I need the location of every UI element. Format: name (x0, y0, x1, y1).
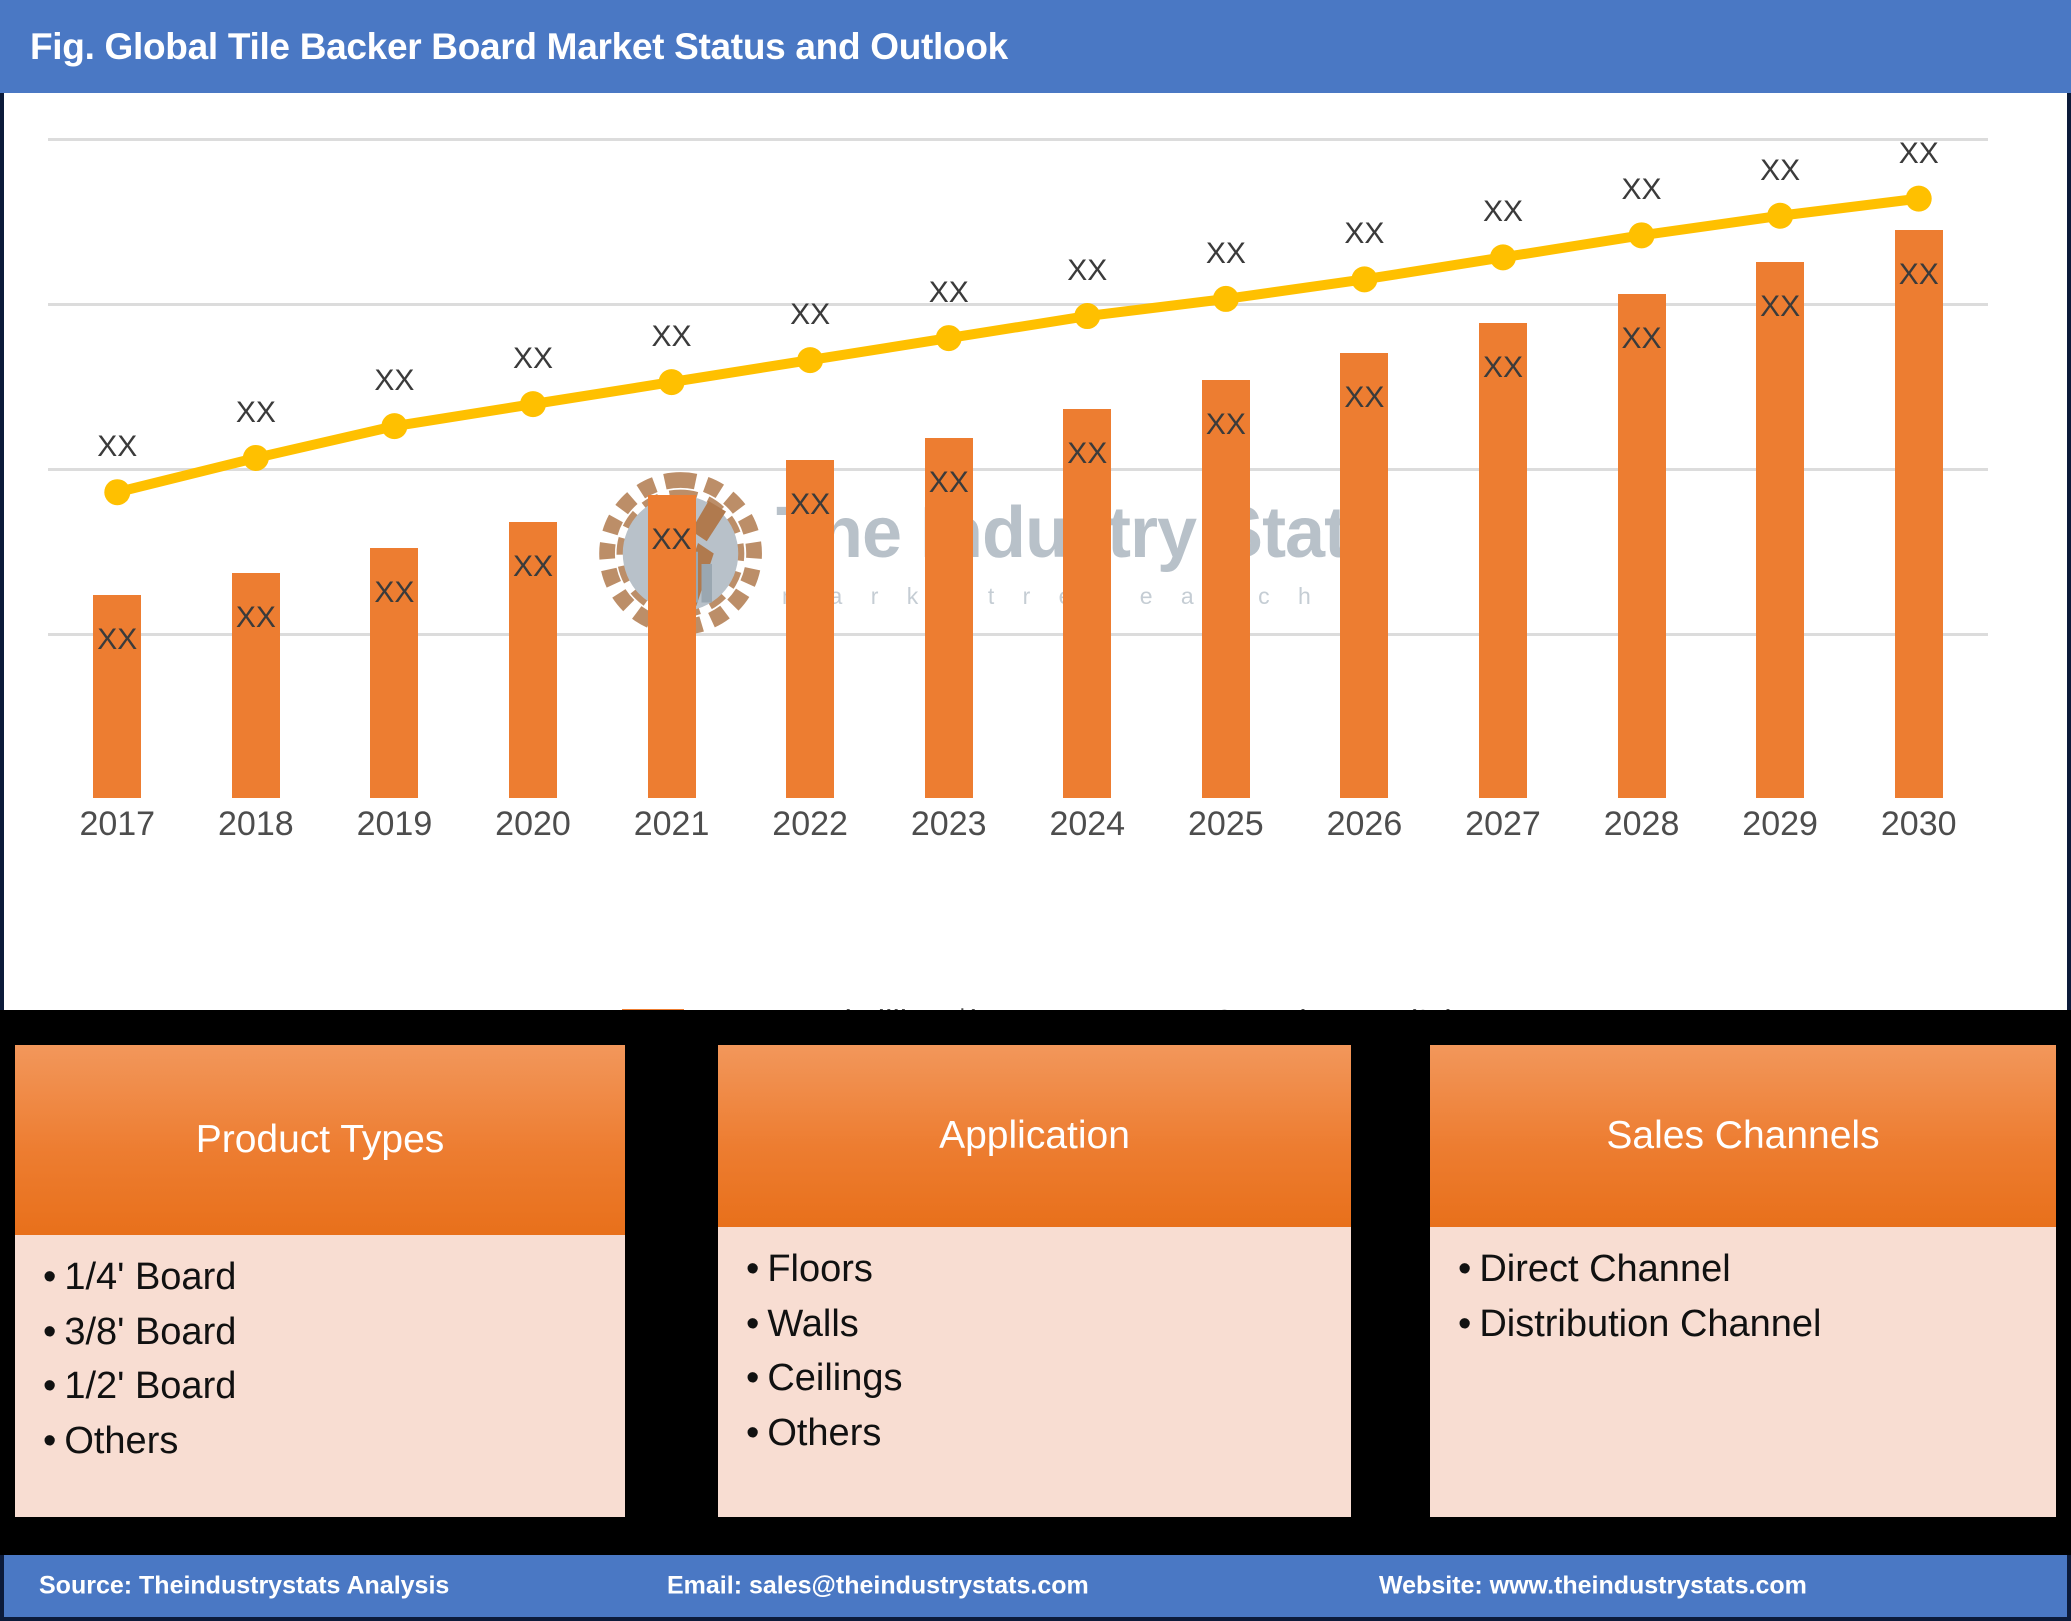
x-axis-tick-label: 2018 (218, 805, 294, 843)
list-item-label: Others (64, 1419, 179, 1462)
title-bar: Fig. Global Tile Backer Board Market Sta… (0, 0, 2071, 93)
growth-rate-marker[interactable] (1074, 303, 1101, 330)
chart-legend: Revenue (Million $) Y-oY Growth Rate (%) (4, 1003, 2067, 1010)
growth-rate-marker[interactable] (1628, 222, 1655, 249)
growth-rate-marker[interactable] (1351, 266, 1378, 293)
list-item: • 1/2' Board (43, 1366, 597, 1407)
x-axis-tick-label: 2026 (1326, 805, 1403, 843)
list-item-label: 3/8' Board (64, 1310, 237, 1353)
x-axis-tick-label: 2020 (495, 805, 571, 843)
x-axis-tick-label: 2022 (772, 805, 848, 843)
list-item: • 1/4' Board (43, 1257, 597, 1298)
bullet-dot-icon: • (1458, 1302, 1472, 1345)
list-item: • 3/8' Board (43, 1310, 597, 1353)
list-item: • Direct Channel (1458, 1249, 2028, 1290)
list-item: • Others (43, 1421, 597, 1462)
growth-rate-marker[interactable] (520, 391, 546, 418)
bullet-dot-icon: • (746, 1248, 760, 1290)
legend-label: Y-oY Growth Rate (%) (1132, 1003, 1457, 1010)
bullet-dot-icon: • (1458, 1248, 1472, 1290)
x-axis-tick-label: 2023 (910, 805, 987, 843)
chart-panel: The Industry Stats m a r k e t r e s e a… (0, 93, 2071, 1010)
legend-item-revenue: Revenue (Million $) (622, 1003, 982, 1010)
footer-website: Website: www.theindustrystats.com (1379, 1571, 1807, 1600)
x-axis-tick-label: 2017 (79, 805, 156, 843)
list-item-label: Distribution Channel (1479, 1302, 1822, 1345)
card-title: Product Types (195, 1118, 445, 1161)
growth-rate-marker[interactable] (104, 479, 131, 506)
x-axis: 2017 2018 2019 2020 2021 2022 2023 2024 2025 2026… (48, 805, 1988, 865)
footer-source: Source: Theindustrystats Analysis (39, 1571, 450, 1600)
card-sales-channels: Sales Channels • Direct Channel • Distribu… (1430, 1045, 2056, 1517)
list-item: • Ceilings (746, 1358, 1323, 1399)
x-axis-tick-label: 2025 (1188, 805, 1264, 843)
list-item-label: 1/4' Board (64, 1256, 237, 1298)
list-item-label: 1/2' Board (64, 1365, 237, 1408)
card-body: • Direct Channel • Distribution Channel (1430, 1227, 2056, 1517)
list-item-label: Others (767, 1411, 882, 1454)
x-axis-tick-label: 2021 (633, 805, 710, 843)
growth-rate-marker[interactable] (381, 413, 408, 440)
bullet-dot-icon: • (746, 1411, 760, 1454)
card-application: Application • Floors • Walls • Ceilings • Ot… (718, 1045, 1351, 1517)
card-body: • Floors • Walls • Ceilings • Others (718, 1227, 1351, 1517)
growth-rate-line (104, 185, 1932, 506)
x-axis-tick-label: 2028 (1603, 805, 1680, 843)
bullet-dot-icon: • (43, 1310, 57, 1353)
card-header: Application (718, 1045, 1351, 1227)
footer-bar: Source: Theindustrystats Analysis Email:… (0, 1555, 2071, 1621)
list-item: • Walls (746, 1302, 1323, 1345)
bullet-dot-icon: • (43, 1256, 57, 1298)
growth-rate-marker[interactable] (1490, 244, 1516, 271)
bullet-dot-icon: • (43, 1419, 57, 1462)
list-item: • Distribution Channel (1458, 1302, 2028, 1345)
legend-item-growth-rate: Y-oY Growth Rate (%) (1044, 1003, 1457, 1010)
x-axis-tick-label: 2029 (1742, 805, 1818, 843)
x-axis-tick-label: 2024 (1049, 805, 1126, 843)
segment-cards: Product Types • 1/4' Board • 3/8' Board • 1… (0, 1010, 2071, 1555)
growth-rate-marker[interactable] (658, 369, 685, 396)
x-axis-tick-label: 2019 (356, 805, 433, 843)
card-title: Application (939, 1114, 1130, 1157)
list-item-label: Direct Channel (1479, 1248, 1731, 1290)
growth-rate-marker[interactable] (797, 347, 824, 374)
list-item-label: Floors (767, 1248, 873, 1290)
growth-rate-marker[interactable] (1905, 185, 1932, 212)
x-axis-tick-label: 2030 (1880, 805, 1957, 843)
card-product-types: Product Types • 1/4' Board • 3/8' Board • 1… (15, 1045, 625, 1517)
bullet-dot-icon: • (43, 1365, 57, 1408)
plot-area: The Industry Stats m a r k e t r e s e a… (48, 113, 1988, 798)
list-item-label: Walls (767, 1302, 859, 1345)
card-title: Sales Channels (1606, 1114, 1880, 1157)
bullet-dot-icon: • (746, 1302, 760, 1345)
card-header: Sales Channels (1430, 1045, 2056, 1227)
page-title: Fig. Global Tile Backer Board Market Sta… (30, 25, 1008, 67)
list-item: • Others (746, 1413, 1323, 1454)
growth-rate-marker[interactable] (242, 444, 269, 471)
card-body: • 1/4' Board • 3/8' Board • 1/2' Board • Oth… (15, 1235, 625, 1517)
list-item: • Floors (746, 1249, 1323, 1290)
growth-rate-marker[interactable] (1212, 285, 1239, 312)
footer-email: Email: sales@theindustrystats.com (667, 1571, 1089, 1600)
x-axis-tick-label: 2027 (1465, 805, 1541, 843)
growth-rate-marker[interactable] (1767, 202, 1794, 229)
growth-rate-marker[interactable] (935, 325, 962, 352)
card-header: Product Types (15, 1045, 625, 1235)
list-item-label: Ceilings (767, 1357, 903, 1400)
bullet-dot-icon: • (746, 1357, 760, 1400)
legend-label: Revenue (Million $) (698, 1003, 982, 1010)
